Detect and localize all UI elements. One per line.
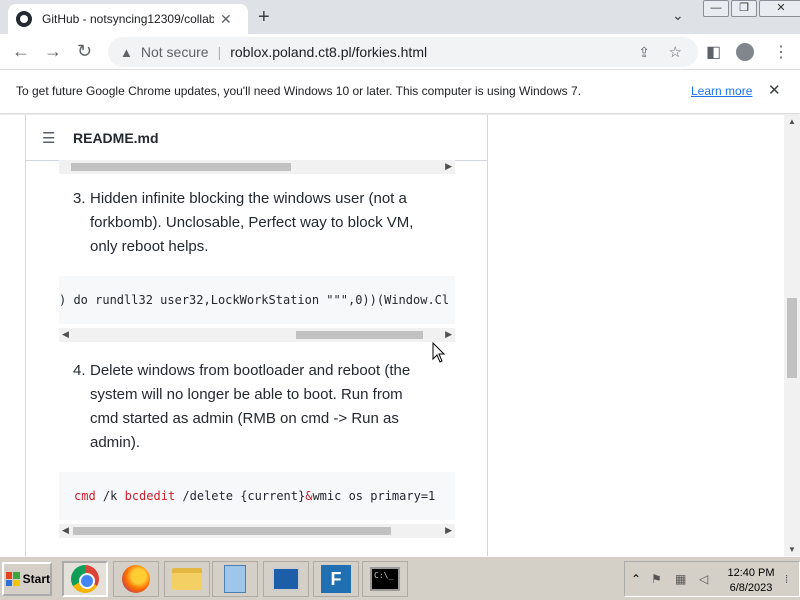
list-item-line: system will no longer be able to boot. R…: [90, 386, 403, 403]
horizontal-scrollbar-top[interactable]: ▶: [59, 160, 455, 174]
taskbar-filezilla[interactable]: F: [313, 561, 359, 597]
taskbar-explorer[interactable]: [164, 561, 210, 597]
infobar-message: To get future Google Chrome updates, you…: [16, 84, 582, 98]
address-bar[interactable]: ▲ Not secure | roblox.poland.ct8.pl/fork…: [108, 37, 698, 67]
tab-strip: GitHub - notsyncing12309/collabvm ✕ + ⌄ …: [0, 0, 800, 34]
list-icon[interactable]: ☰: [42, 129, 55, 147]
windows-flag-icon: [6, 572, 20, 586]
reload-icon[interactable]: ↻: [77, 41, 92, 62]
taskbar-firefox[interactable]: [113, 561, 159, 597]
url-text[interactable]: roblox.poland.ct8.pl/forkies.html: [230, 44, 427, 60]
warning-triangle-icon[interactable]: ▲: [120, 45, 133, 60]
taskbar-command-prompt[interactable]: C:\_: [362, 561, 408, 597]
tab-github[interactable]: GitHub - notsyncing12309/collabvm ✕: [8, 4, 248, 34]
taskbar-remote-desktop[interactable]: [263, 561, 309, 597]
code-line: ) do rundll32 user32,LockWorkStation """…: [59, 293, 450, 307]
volume-icon[interactable]: ◁: [699, 572, 708, 586]
network-icon[interactable]: ▦: [675, 572, 686, 586]
start-button[interactable]: Start: [2, 562, 52, 596]
learn-more-link[interactable]: Learn more: [691, 84, 752, 98]
remote-desktop-icon: [272, 567, 300, 591]
infobar-close-icon[interactable]: ✕: [768, 81, 781, 99]
share-icon[interactable]: ⇪: [638, 44, 650, 61]
list-item-line: Delete windows from bootloader and reboo…: [90, 362, 411, 379]
omnibox-divider: |: [217, 44, 222, 60]
list-number: 3.: [73, 190, 86, 207]
github-icon: [16, 11, 32, 27]
horizontal-scrollbar-code-1[interactable]: ◀ ▶: [59, 328, 455, 342]
code-token-bcdedit: bcdedit: [124, 489, 176, 503]
firefox-icon: [122, 565, 150, 593]
menu-kebab-icon[interactable]: ⋮: [773, 42, 789, 62]
tray-grip-icon: ⁞: [785, 574, 789, 586]
scrollbar-thumb[interactable]: [73, 527, 391, 535]
code-line: cmd /k bcdedit /delete {current}&wmic os…: [74, 489, 435, 503]
bookmark-star-icon[interactable]: ☆: [669, 43, 682, 61]
scroll-up-arrow-icon[interactable]: ▲: [788, 117, 796, 126]
clock-time[interactable]: 12:40 PM: [727, 567, 775, 579]
list-number: 4.: [73, 362, 86, 379]
scroll-left-arrow-icon[interactable]: ◀: [62, 329, 69, 340]
list-item-4: 4. Delete windows from bootloader and re…: [73, 359, 473, 457]
filezilla-icon: F: [321, 565, 351, 593]
list-item-line: only reboot helps.: [90, 238, 209, 255]
scroll-left-arrow-icon[interactable]: ◀: [62, 525, 69, 536]
mouse-cursor-icon: [432, 342, 446, 363]
vertical-scrollbar[interactable]: ▲ ▼: [784, 115, 800, 556]
code-block-2: cmd /k bcdedit /delete {current}&wmic os…: [59, 472, 455, 520]
page-content: ☰ README.md ▶ 3. Hidden infinite blockin…: [0, 115, 784, 556]
restore-button[interactable]: ❐: [731, 0, 757, 17]
scroll-down-arrow-icon[interactable]: ▼: [788, 545, 796, 554]
scroll-right-arrow-icon[interactable]: ▶: [445, 525, 452, 536]
taskbar-document[interactable]: [212, 561, 258, 597]
scrollbar-thumb[interactable]: [296, 331, 423, 339]
close-window-button[interactable]: ✕: [759, 0, 800, 17]
security-label[interactable]: Not secure: [141, 44, 209, 60]
command-prompt-icon: C:\_: [370, 567, 400, 591]
list-item-line: Hidden infinite blocking the windows use…: [90, 190, 407, 207]
update-infobar: To get future Google Chrome updates, you…: [0, 70, 800, 114]
system-tray: ⌃ ⚑ ▦ ◁ 12:40 PM 6/8/2023 ⁞: [624, 561, 800, 597]
code-token: /k: [95, 489, 125, 503]
chrome-icon: [71, 565, 99, 593]
folder-icon: [172, 568, 202, 590]
side-panel-icon[interactable]: ◧: [706, 42, 721, 62]
scrollbar-thumb[interactable]: [787, 298, 797, 378]
list-item-line: cmd started as admin (RMB on cmd -> Run …: [90, 410, 399, 427]
scroll-right-arrow-icon[interactable]: ▶: [445, 329, 452, 340]
document-icon: [224, 565, 246, 593]
code-token-cmd: cmd: [74, 489, 96, 503]
scrollbar-thumb[interactable]: [71, 163, 291, 171]
minimize-button[interactable]: —: [703, 0, 729, 17]
tab-title: GitHub - notsyncing12309/collabvm: [42, 12, 214, 26]
taskbar-chrome[interactable]: [62, 561, 108, 597]
browser-toolbar: ← → ↻ ▲ Not secure | roblox.poland.ct8.p…: [0, 34, 800, 70]
tab-search-chevron-icon[interactable]: ⌄: [672, 7, 684, 24]
clock-date[interactable]: 6/8/2023: [724, 582, 778, 594]
readme-header: ☰ README.md: [26, 115, 487, 161]
list-item-3: 3. Hidden infinite blocking the windows …: [73, 187, 473, 262]
readme-panel: ☰ README.md ▶ 3. Hidden infinite blockin…: [25, 115, 488, 556]
code-block-1: ) do rundll32 user32,LockWorkStation """…: [59, 276, 455, 324]
new-tab-button[interactable]: +: [258, 6, 270, 29]
forward-arrow-icon[interactable]: →: [44, 41, 62, 62]
code-token: wmic os primary=1: [312, 489, 436, 503]
start-label: Start: [22, 572, 50, 586]
window-controls: — ❐ ✕: [703, 0, 800, 17]
readme-filename: README.md: [73, 130, 159, 146]
taskbar: Start F C:\_ ⌃ ⚑ ▦ ◁ 12:40 PM 6/8/2023 ⁞: [0, 556, 800, 600]
profile-avatar-icon[interactable]: [736, 43, 754, 61]
show-hidden-icons-chevron-icon[interactable]: ⌃: [631, 572, 641, 586]
back-arrow-icon[interactable]: ←: [12, 41, 30, 62]
code-token: /delete {current}: [175, 489, 306, 503]
scroll-right-arrow-icon[interactable]: ▶: [445, 161, 452, 172]
horizontal-scrollbar-code-2[interactable]: ◀ ▶: [59, 524, 455, 538]
action-center-flag-icon[interactable]: ⚑: [651, 572, 662, 586]
list-item-line: forkbomb). Unclosable, Perfect way to bl…: [90, 214, 414, 231]
tab-close-icon[interactable]: ✕: [220, 11, 232, 28]
list-item-line: admin).: [90, 434, 141, 451]
